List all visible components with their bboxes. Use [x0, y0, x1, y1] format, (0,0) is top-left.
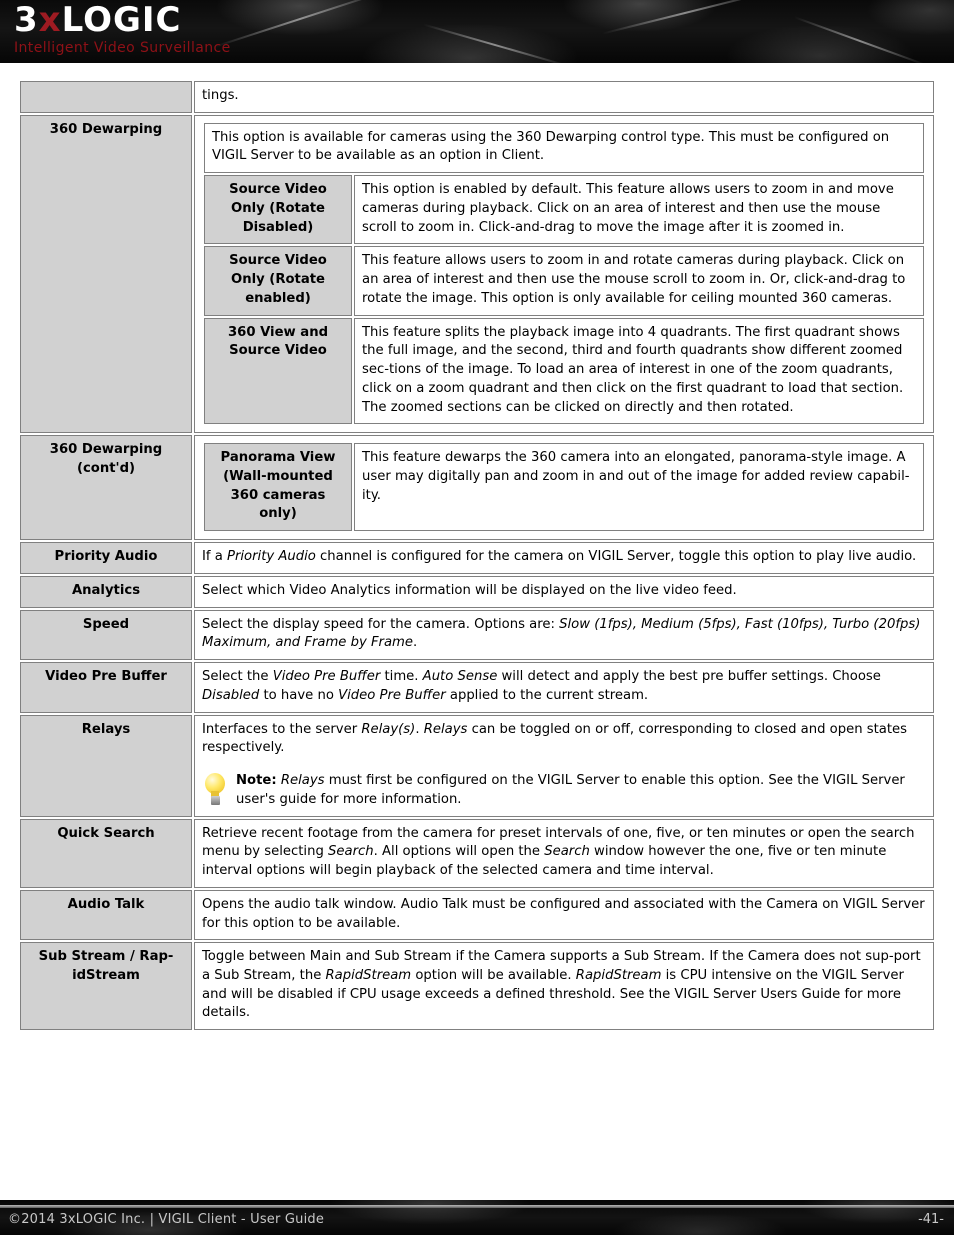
row-description: Select the Video Pre Buffer time. Auto S… [194, 662, 934, 713]
subtable-intro-row: This option is available for cameras usi… [204, 122, 924, 174]
table-row: Relays Interfaces to the server Relay(s)… [20, 714, 934, 817]
row-label-quick-search: Quick Search [20, 818, 192, 888]
subrow-label: Source Video Only (Rotate Disabled) [204, 175, 352, 245]
row-label-audio-talk: Audio Talk [20, 889, 192, 941]
page-content: tings. 360 Dewarping This option is avai… [0, 63, 954, 1032]
table-row: tings. [20, 81, 934, 113]
subrow-label-panorama-view: Panorama View (Wall-mounted 360 cameras … [204, 443, 352, 532]
row-label-video-pre-buffer: Video Pre Buffer [20, 662, 192, 713]
footer-divider [0, 1205, 954, 1208]
subrow-label: 360 View and Source Video [204, 317, 352, 425]
table-subrow: Source Video Only (Rotate Disabled) This… [204, 175, 924, 245]
table-row: Priority Audio If a Priority Audio chann… [20, 542, 934, 574]
page-number: -41- [918, 1212, 944, 1227]
row-description: tings. [194, 81, 934, 113]
header-texture-streak [602, 0, 768, 35]
table-subrow: 360 View and Source Video This feature s… [204, 317, 924, 425]
row-nested-container: Panorama View (Wall-mounted 360 cameras … [194, 435, 934, 541]
table-row: 360 Dewarping (cont'd) Panorama View (Wa… [20, 435, 934, 541]
logo-wordmark: 3xLOGIC [14, 3, 231, 37]
table-row: Video Pre Buffer Select the Video Pre Bu… [20, 662, 934, 713]
row-description: Opens the audio talk window. Audio Talk … [194, 889, 934, 941]
camera-options-table: tings. 360 Dewarping This option is avai… [18, 79, 936, 1032]
row-description: If a Priority Audio channel is configure… [194, 542, 934, 574]
relays-description-text: Interfaces to the server Relay(s). Relay… [202, 721, 908, 756]
header-texture-streak [214, 0, 386, 48]
dewarping-intro: This option is available for cameras usi… [204, 122, 924, 174]
row-nested-container: This option is available for cameras usi… [194, 114, 934, 434]
page-header: 3xLOGIC Intelligent Video Surveillance [0, 0, 954, 63]
row-label-speed: Speed [20, 609, 192, 661]
row-label [20, 81, 192, 113]
table-row: Sub Stream / Rap-idStream Toggle between… [20, 942, 934, 1031]
row-description: Interfaces to the server Relay(s). Relay… [194, 714, 934, 817]
row-label-relays: Relays [20, 714, 192, 817]
row-description: Retrieve recent footage from the camera … [194, 818, 934, 888]
dewarping-subtable: This option is available for cameras usi… [202, 121, 926, 427]
row-label-360-dewarping: 360 Dewarping [20, 114, 192, 434]
lightbulb-icon [202, 773, 228, 807]
table-subrow: Panorama View (Wall-mounted 360 cameras … [204, 443, 924, 532]
header-texture-streak [793, 16, 927, 63]
logo-tagline: Intelligent Video Surveillance [14, 40, 231, 56]
note-content: Relays must first be configured on the V… [236, 773, 905, 807]
logo-x: x [38, 0, 62, 40]
table-row: Speed Select the display speed for the c… [20, 609, 934, 661]
subrow-label: Source Video Only (Rotate enabled) [204, 246, 352, 316]
row-description: Select the display speed for the camera.… [194, 609, 934, 661]
logo-three: 3 [14, 0, 39, 40]
relays-note: Note: Relays must first be configured on… [202, 772, 926, 809]
row-description: Select which Video Analytics information… [194, 575, 934, 608]
panorama-subtable: Panorama View (Wall-mounted 360 cameras … [202, 441, 926, 533]
row-label-360-dewarping-contd: 360 Dewarping (cont'd) [20, 435, 192, 541]
table-row: Quick Search Retrieve recent footage fro… [20, 818, 934, 888]
logo-logic: LOGIC [61, 0, 182, 40]
table-subrow: Source Video Only (Rotate enabled) This … [204, 246, 924, 316]
subrow-description: This feature allows users to zoom in and… [354, 246, 924, 316]
row-label-priority-audio: Priority Audio [20, 542, 192, 574]
note-label: Note: [236, 773, 277, 789]
subrow-description: This feature splits the playback image i… [354, 317, 924, 425]
header-texture-streak [422, 23, 568, 63]
table-row: 360 Dewarping This option is available f… [20, 114, 934, 434]
row-label-analytics: Analytics [20, 575, 192, 608]
subrow-description: This feature dewarps the 360 camera into… [354, 443, 924, 532]
table-row: Analytics Select which Video Analytics i… [20, 575, 934, 608]
table-row: Audio Talk Opens the audio talk window. … [20, 889, 934, 941]
row-description: Toggle between Main and Sub Stream if th… [194, 942, 934, 1031]
subrow-description: This option is enabled by default. This … [354, 175, 924, 245]
row-label-sub-stream: Sub Stream / Rap-idStream [20, 942, 192, 1031]
logo: 3xLOGIC Intelligent Video Surveillance [14, 3, 231, 55]
note-body: Note: Relays must first be configured on… [236, 772, 926, 809]
footer-copyright: ©2014 3xLOGIC Inc. | VIGIL Client - User… [8, 1212, 325, 1227]
page-footer: ©2014 3xLOGIC Inc. | VIGIL Client - User… [0, 1200, 954, 1235]
